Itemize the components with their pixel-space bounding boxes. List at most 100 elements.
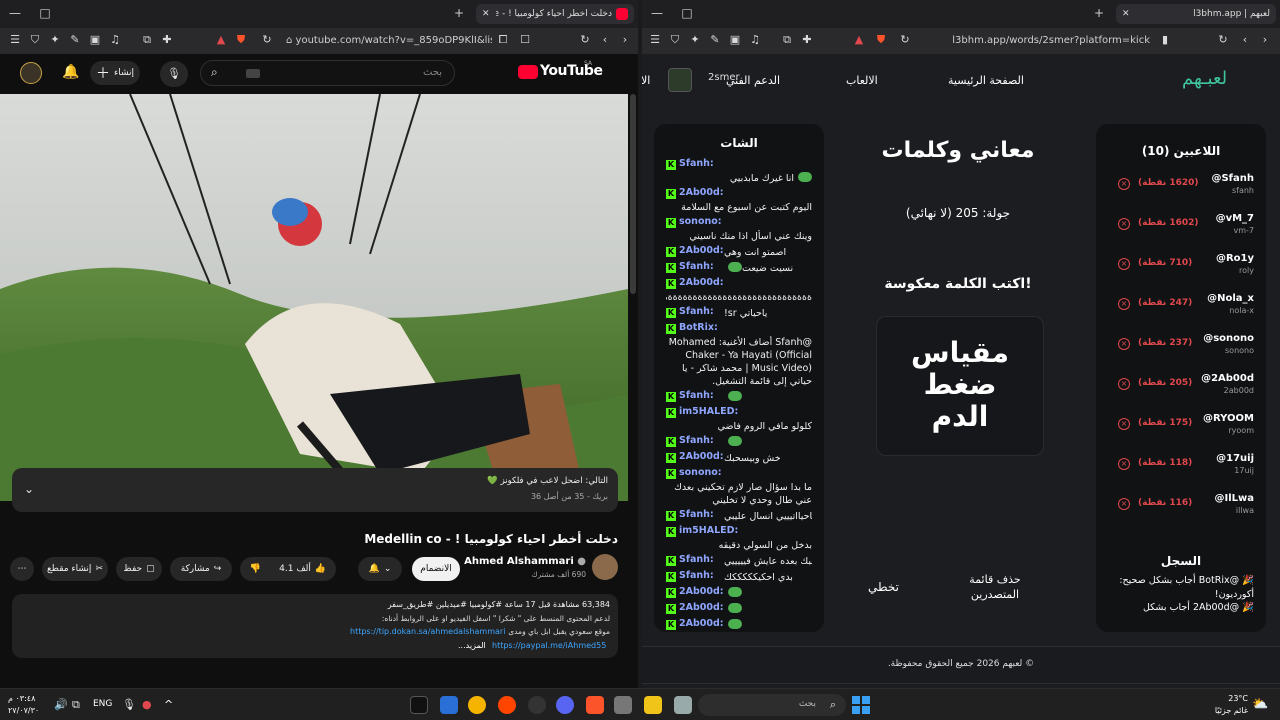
- search-icon[interactable]: ⌕: [211, 65, 218, 80]
- security-app-icon[interactable]: [440, 696, 458, 714]
- extension-icon[interactable]: ✦: [688, 33, 702, 47]
- chat-username[interactable]: K Sfanh:: [666, 261, 714, 273]
- menu-icon[interactable]: ☰: [648, 33, 662, 47]
- reload-page-icon[interactable]: ↻: [898, 33, 912, 47]
- brave-shield-icon[interactable]: ⛊: [234, 33, 248, 47]
- chat-username[interactable]: K Sfanh:: [666, 435, 714, 447]
- chat-username[interactable]: K 2Ab00d:: [666, 586, 724, 598]
- channel-name[interactable]: Ahmed Alshammari ●: [464, 556, 586, 567]
- chat-username[interactable]: K Sfanh:: [666, 158, 714, 170]
- nav-home[interactable]: الصفحة الرئيسية: [948, 74, 1024, 87]
- chat-username[interactable]: Ksonono:: [666, 216, 722, 228]
- microphone-icon[interactable]: 🎙: [122, 698, 136, 711]
- bookmark-icon[interactable]: ☐: [518, 33, 532, 47]
- new-tab-button[interactable]: +: [1092, 6, 1106, 20]
- minimize-button[interactable]: —: [650, 6, 664, 20]
- clear-leaderboard-button[interactable]: حذف قائمة المتصدرين: [960, 572, 1030, 602]
- remove-player-icon[interactable]: ×: [1118, 378, 1130, 390]
- chat-username[interactable]: K Sfanh:: [666, 570, 714, 582]
- youtube-logo-icon[interactable]: [518, 65, 538, 79]
- site-info-icon[interactable]: ⌂: [286, 35, 296, 46]
- chat-username[interactable]: K 2Ab00d:: [666, 618, 724, 630]
- skip-button[interactable]: تخطي: [868, 580, 899, 594]
- clock[interactable]: ٠٣:٤٨ م ٢٧/٠٧/٣٠: [8, 693, 39, 717]
- nav-support[interactable]: الدعم الفني: [726, 74, 780, 87]
- brave-shield-icon[interactable]: ⛊: [874, 33, 888, 47]
- clip-button[interactable]: إنشاء مقطع ✂: [42, 557, 108, 581]
- puzzle-icon[interactable]: ✚: [160, 33, 174, 47]
- share-button[interactable]: مشاركة ↪: [170, 557, 232, 581]
- chat-username[interactable]: K 2Ab00d:: [666, 245, 724, 257]
- shield-icon[interactable]: ⛉: [668, 33, 682, 47]
- chat-username[interactable]: Kim5HALED:: [666, 525, 738, 537]
- close-icon[interactable]: ✕: [482, 9, 490, 19]
- site-logo[interactable]: لعبـهم: [1182, 68, 1227, 89]
- chat-username[interactable]: K 2Ab00d:: [666, 602, 724, 614]
- epic-games-icon[interactable]: [410, 696, 428, 714]
- chrome-icon[interactable]: [468, 696, 486, 714]
- brave-rewards-icon[interactable]: ▲: [214, 33, 228, 47]
- chat-username[interactable]: K Sfanh:: [666, 390, 714, 402]
- remove-player-icon[interactable]: ×: [1118, 218, 1130, 230]
- search-box[interactable]: ⌕ بحث: [200, 60, 455, 86]
- tip-link[interactable]: https://tip.dokan.sa/ahmedalshammari: [350, 627, 505, 636]
- keyboard-icon[interactable]: [246, 69, 260, 78]
- brave-icon[interactable]: [586, 696, 604, 714]
- tray-app-icon[interactable]: ●: [142, 698, 152, 711]
- more-link[interactable]: ...المزيد: [458, 641, 486, 650]
- brave-rewards-icon[interactable]: ▲: [852, 33, 866, 47]
- reload-icon[interactable]: ↻: [578, 33, 592, 47]
- subscribed-button[interactable]: 🔔 ⌄: [358, 557, 402, 581]
- minimize-button[interactable]: —: [8, 6, 22, 20]
- maximize-button[interactable]: □: [680, 6, 694, 20]
- music-icon[interactable]: ♫: [748, 33, 762, 47]
- screenshot-icon[interactable]: ⧉: [140, 33, 154, 47]
- dislike-icon[interactable]: 👎: [250, 564, 261, 574]
- like-count[interactable]: 4.1 ألف: [279, 564, 311, 574]
- chat-username[interactable]: Ksonono:: [666, 467, 722, 479]
- chat-username[interactable]: K 2Ab00d:: [666, 451, 724, 463]
- bookmark-icon[interactable]: ▮: [1158, 33, 1172, 47]
- app-icon-gray[interactable]: [614, 696, 632, 714]
- app-icon-red[interactable]: [498, 696, 516, 714]
- youtube-logo-text[interactable]: YouTube: [540, 63, 603, 79]
- reload-page-icon[interactable]: ↻: [260, 33, 274, 47]
- obs-icon[interactable]: [528, 696, 546, 714]
- remove-player-icon[interactable]: ×: [1118, 258, 1130, 270]
- discord-icon[interactable]: [556, 696, 574, 714]
- forward-icon[interactable]: ›: [1258, 33, 1272, 47]
- video-player[interactable]: [0, 94, 628, 501]
- app-icon-light[interactable]: [674, 696, 692, 714]
- remove-player-icon[interactable]: ×: [1118, 178, 1130, 190]
- maximize-button[interactable]: □: [38, 6, 52, 20]
- notifications-bell-icon[interactable]: 🔔: [62, 64, 79, 80]
- user-avatar[interactable]: [668, 68, 692, 92]
- network-icon[interactable]: ⧉: [72, 698, 80, 712]
- volume-icon[interactable]: 🔊: [54, 698, 68, 711]
- file-explorer-icon[interactable]: [644, 696, 662, 714]
- start-button[interactable]: [852, 696, 870, 714]
- chat-username[interactable]: K 2Ab00d:: [666, 277, 724, 289]
- page-scrollbar[interactable]: [630, 94, 636, 294]
- address-bar[interactable]: l3bhm.app/words/2smer?platform=kick: [934, 31, 1154, 51]
- paypal-link[interactable]: https://paypal.me/iAhmed55: [492, 641, 606, 650]
- chat-username[interactable]: K BotRix:: [666, 322, 718, 334]
- address-bar[interactable]: ⌂ youtube.com/watch?v=_859oDP9KlI&list=.…: [282, 31, 492, 51]
- chevron-down-icon[interactable]: ⌄: [24, 482, 34, 496]
- remove-player-icon[interactable]: ×: [1118, 498, 1130, 510]
- avatar[interactable]: [20, 62, 42, 84]
- description-box[interactable]: 63,384 مشاهدة قبل 17 ساعة #كولومبيا #ميد…: [12, 594, 618, 658]
- forward-icon[interactable]: ›: [618, 33, 632, 47]
- remove-player-icon[interactable]: ×: [1118, 338, 1130, 350]
- nav-games[interactable]: الالعاب: [846, 74, 878, 87]
- chat-username[interactable]: K Sfanh:: [666, 306, 714, 318]
- shield-icon[interactable]: ⛉: [28, 33, 42, 47]
- reload-icon[interactable]: ↻: [1216, 33, 1230, 47]
- menu-icon[interactable]: ☰: [8, 33, 22, 47]
- join-button[interactable]: الانضمام: [412, 557, 460, 581]
- chat-username[interactable]: K 2Ab00d:: [666, 187, 724, 199]
- channel-avatar[interactable]: [592, 554, 618, 580]
- like-icon[interactable]: 👍: [315, 564, 326, 574]
- back-icon[interactable]: ‹: [1238, 33, 1252, 47]
- sidebar-icon[interactable]: ▣: [88, 33, 102, 47]
